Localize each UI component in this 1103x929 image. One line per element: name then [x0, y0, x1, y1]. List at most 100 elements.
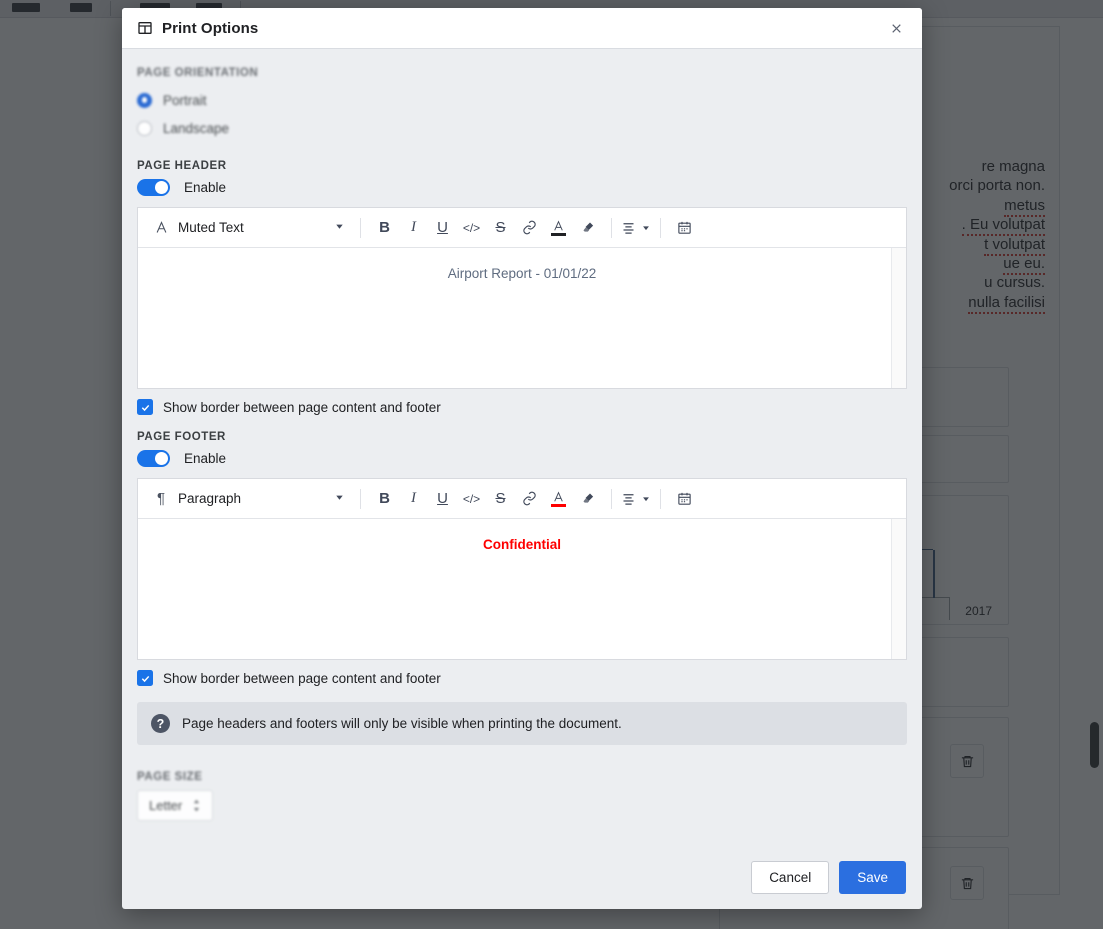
cancel-button[interactable]: Cancel — [751, 860, 830, 894]
page-footer-scrollbar[interactable] — [891, 519, 906, 659]
page-header-text: Airport Report - 01/01/22 — [447, 266, 597, 281]
help-icon: ? — [151, 714, 170, 733]
radio-portrait[interactable] — [137, 92, 152, 108]
font-letter-icon — [152, 220, 170, 235]
page-header-border-checkbox-row[interactable]: Show border between page content and foo… — [137, 399, 907, 415]
align-center-icon — [623, 494, 634, 505]
page-header-content-area[interactable]: Airport Report - 01/01/22 — [138, 248, 906, 388]
page-header-enable-row[interactable]: Enable — [137, 179, 907, 196]
link-button[interactable] — [515, 213, 544, 242]
calendar-icon — [678, 221, 691, 234]
align-button[interactable] — [621, 213, 651, 242]
toolbar-divider — [660, 217, 661, 238]
chevron-down-icon — [643, 496, 649, 501]
page-footer-border-label: Show border between page content and foo… — [163, 670, 441, 686]
page-header-text-wrapper: Airport Report - 01/01/22 — [138, 248, 906, 281]
text-color-button[interactable] — [544, 484, 573, 513]
page-size-section: PAGE SIZE Letter — [137, 771, 907, 821]
close-icon — [891, 23, 901, 33]
dialog-body: PAGE ORIENTATION Portrait Landscape PAGE… — [122, 49, 922, 845]
toolbar-divider — [611, 488, 612, 509]
page-header-toolbar: Muted Text B I U </> S — [138, 208, 906, 248]
italic-button[interactable]: I — [399, 484, 428, 513]
eraser-icon — [583, 222, 594, 232]
pilcrow-icon: ¶ — [156, 490, 166, 507]
strikethrough-button[interactable]: S — [486, 213, 515, 242]
calendar-icon — [678, 492, 691, 505]
page-size-label: PAGE SIZE — [137, 771, 203, 783]
close-button[interactable] — [883, 15, 909, 41]
clear-format-button[interactable] — [573, 484, 602, 513]
date-button[interactable] — [670, 484, 699, 513]
strikethrough-button[interactable]: S — [486, 484, 515, 513]
toolbar-divider — [360, 488, 361, 509]
check-icon — [141, 404, 149, 411]
page-footer-label: PAGE FOOTER — [137, 431, 226, 443]
radio-label-portrait: Portrait — [163, 92, 207, 108]
text-color-swatch — [551, 232, 566, 236]
bold-button[interactable]: B — [370, 484, 399, 513]
paragraph-style-value: Muted Text — [178, 220, 244, 235]
text-color-icon — [554, 220, 563, 231]
page-orientation-label: PAGE ORIENTATION — [137, 67, 259, 79]
page-orientation-section: PAGE ORIENTATION Portrait Landscape — [137, 67, 907, 142]
chevron-down-icon — [334, 490, 345, 508]
align-center-icon — [623, 223, 634, 234]
info-banner: ? Page headers and footers will only be … — [137, 702, 907, 745]
page-footer-content-area[interactable]: Confidential — [138, 519, 906, 659]
page-footer-border-checkbox[interactable] — [137, 670, 153, 686]
clear-format-button[interactable] — [573, 213, 602, 242]
dialog-actions: Cancel Save — [122, 845, 922, 909]
eraser-icon — [583, 493, 594, 503]
page-footer-border-checkbox-row[interactable]: Show border between page content and foo… — [137, 670, 907, 686]
radio-landscape[interactable] — [137, 120, 152, 136]
dialog-title: Print Options — [162, 19, 259, 37]
orientation-option-portrait[interactable]: Portrait — [137, 86, 907, 114]
code-button[interactable]: </> — [457, 213, 486, 242]
page-header-border-checkbox[interactable] — [137, 399, 153, 415]
layout-icon — [138, 22, 152, 34]
select-arrows-icon — [194, 799, 200, 812]
link-button[interactable] — [515, 484, 544, 513]
underline-button[interactable]: U — [428, 484, 457, 513]
page-header-toggle[interactable] — [137, 179, 170, 196]
page-size-value: Letter — [149, 798, 183, 813]
chevron-down-icon — [334, 219, 345, 237]
dialog-header: Print Options — [122, 8, 922, 49]
orientation-option-landscape[interactable]: Landscape — [137, 114, 907, 142]
chevron-down-icon — [643, 225, 649, 230]
page-footer-text-wrapper: Confidential — [138, 519, 906, 552]
page-header-scrollbar[interactable] — [891, 248, 906, 388]
page-footer-toolbar: ¶ Paragraph B I U </> S — [138, 479, 906, 519]
link-icon — [523, 220, 536, 235]
text-color-swatch — [551, 503, 566, 507]
toolbar-divider — [660, 488, 661, 509]
bold-button[interactable]: B — [370, 213, 399, 242]
link-icon — [523, 491, 536, 506]
page-footer-toggle-label: Enable — [184, 451, 227, 466]
page-header-toggle-label: Enable — [184, 180, 227, 195]
page-header-border-label: Show border between page content and foo… — [163, 399, 441, 415]
date-button[interactable] — [670, 213, 699, 242]
page-header-section: PAGE HEADER Enable Muted Text B I U </> … — [137, 160, 907, 415]
text-color-icon — [554, 491, 563, 502]
save-button[interactable]: Save — [839, 860, 906, 894]
toolbar-divider — [360, 217, 361, 238]
align-button[interactable] — [621, 484, 651, 513]
text-color-button[interactable] — [544, 213, 573, 242]
page-size-select[interactable]: Letter — [137, 790, 214, 821]
check-icon — [141, 675, 149, 682]
page-footer-text: Confidential — [483, 537, 561, 552]
underline-button[interactable]: U — [428, 213, 457, 242]
paragraph-style-select[interactable]: Muted Text — [146, 213, 351, 243]
radio-label-landscape: Landscape — [163, 120, 230, 136]
page-footer-section: PAGE FOOTER Enable ¶ Paragraph B I U </>… — [137, 431, 907, 686]
toolbar-divider — [611, 217, 612, 238]
info-banner-text: Page headers and footers will only be vi… — [182, 716, 622, 731]
page-footer-enable-row[interactable]: Enable — [137, 450, 907, 467]
italic-button[interactable]: I — [399, 213, 428, 242]
paragraph-style-select[interactable]: ¶ Paragraph — [146, 484, 351, 514]
code-button[interactable]: </> — [457, 484, 486, 513]
page-header-editor: Muted Text B I U </> S Airport Report - … — [137, 207, 907, 389]
page-footer-toggle[interactable] — [137, 450, 170, 467]
